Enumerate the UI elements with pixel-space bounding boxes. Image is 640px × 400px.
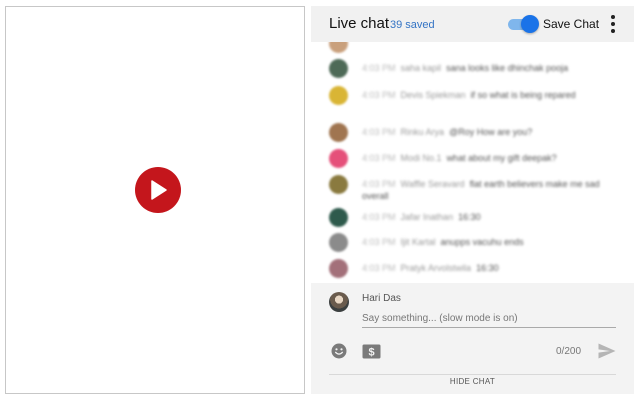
save-chat-label: Save Chat bbox=[543, 17, 600, 31]
avatar bbox=[329, 259, 348, 278]
message-author: Rinku Arya bbox=[400, 127, 445, 137]
chat-message: 4:03 PM Jafar Inathan 16:30 bbox=[329, 208, 619, 227]
play-button[interactable] bbox=[135, 167, 181, 213]
live-chat-panel: Live chat 39 saved Save Chat 4:03 PM saha… bbox=[311, 6, 634, 394]
video-player[interactable] bbox=[5, 6, 305, 394]
saved-count: 39 saved bbox=[390, 19, 435, 31]
chat-messages[interactable]: 4:03 PM saha kapil sana looks like dhincha… bbox=[311, 42, 634, 283]
message-author: Waffle Seravard bbox=[400, 179, 465, 189]
message-body: 4:03 PM Jafar Inathan 16:30 bbox=[362, 211, 602, 223]
super-chat-icon[interactable]: $ bbox=[362, 344, 381, 359]
chat-message: 4:03 PM Modi No.1 what about my gift deepa… bbox=[329, 149, 619, 168]
chat-message: 4:03 PM Devis Spiekman if so what is being… bbox=[329, 86, 619, 105]
message-text: if so what is being repared bbox=[470, 90, 576, 100]
avatar bbox=[329, 123, 348, 142]
message-author: Ijit Kartal bbox=[400, 237, 436, 247]
message-time: 4:03 PM bbox=[362, 179, 396, 189]
message-author: Modi No.1 bbox=[400, 153, 442, 163]
send-icon[interactable] bbox=[598, 343, 616, 359]
composer-user-name: Hari Das bbox=[362, 293, 401, 304]
message-body: 4:03 PM Modi No.1 what about my gift deepa… bbox=[362, 152, 602, 164]
hide-chat-button[interactable]: HIDE CHAT bbox=[329, 377, 616, 391]
avatar bbox=[329, 42, 348, 53]
chat-message: 4:03 PM saha kapil sana looks like dhincha… bbox=[329, 59, 619, 78]
message-text: anupps vacuhu ends bbox=[440, 237, 524, 247]
divider bbox=[329, 374, 616, 375]
message-time: 4:03 PM bbox=[362, 127, 396, 137]
message-body: 4:03 PM Ijit Kartal anupps vacuhu ends bbox=[362, 236, 602, 248]
emoji-icon[interactable] bbox=[331, 343, 347, 359]
more-vert-icon[interactable] bbox=[608, 14, 618, 34]
message-author: saha kapil bbox=[400, 63, 442, 73]
message-author: Jafar Inathan bbox=[400, 212, 454, 222]
chat-message bbox=[329, 42, 619, 53]
character-count: 0/200 bbox=[556, 346, 582, 357]
message-time: 4:03 PM bbox=[362, 90, 396, 100]
message-time: 4:03 PM bbox=[362, 212, 396, 222]
avatar bbox=[329, 175, 348, 194]
message-body: 4:03 PM Pratyk Arvolstwila 16:30 bbox=[362, 262, 602, 274]
chat-message: 4:03 PM Rinku Arya @Roy How are you? bbox=[329, 123, 619, 142]
message-time: 4:03 PM bbox=[362, 263, 396, 273]
avatar bbox=[329, 208, 348, 227]
message-text: 16:30 bbox=[458, 212, 481, 222]
save-chat-toggle[interactable] bbox=[508, 15, 539, 33]
message-author: Devis Spiekman bbox=[400, 90, 466, 100]
message-text: @Roy How are you? bbox=[449, 127, 533, 137]
avatar bbox=[329, 86, 348, 105]
chat-header: Live chat 39 saved Save Chat bbox=[311, 6, 634, 42]
message-text: flat earth believers make me sad overall bbox=[362, 179, 600, 201]
chat-title: Live chat bbox=[329, 15, 390, 32]
message-text: what about my gift deepak? bbox=[446, 153, 557, 163]
avatar bbox=[329, 233, 348, 252]
chat-composer: Hari Das $ 0/200 HIDE CHAT bbox=[311, 283, 634, 394]
avatar bbox=[329, 292, 349, 312]
avatar bbox=[329, 149, 348, 168]
chat-message: 4:03 PM Ijit Kartal anupps vacuhu ends bbox=[329, 233, 619, 252]
message-time: 4:03 PM bbox=[362, 237, 396, 247]
chat-message-input[interactable] bbox=[362, 310, 616, 328]
message-text: sana looks like dhinchak pooja bbox=[446, 63, 569, 73]
avatar bbox=[329, 59, 348, 78]
chat-message: 4:03 PM Waffle Seravard flat earth believe… bbox=[329, 175, 619, 202]
chat-message: 4:03 PM Pratyk Arvolstwila 16:30 bbox=[329, 259, 619, 278]
message-author: Pratyk Arvolstwila bbox=[400, 263, 472, 273]
message-text: 16:30 bbox=[476, 263, 499, 273]
message-body: 4:03 PM Devis Spiekman if so what is being… bbox=[362, 89, 602, 101]
message-time: 4:03 PM bbox=[362, 153, 396, 163]
message-body: 4:03 PM saha kapil sana looks like dhincha… bbox=[362, 62, 602, 74]
play-icon bbox=[151, 180, 167, 200]
message-time: 4:03 PM bbox=[362, 63, 396, 73]
svg-text:$: $ bbox=[368, 347, 374, 359]
message-body: 4:03 PM Rinku Arya @Roy How are you? bbox=[362, 126, 602, 138]
message-body: 4:03 PM Waffle Seravard flat earth believe… bbox=[362, 178, 602, 202]
toggle-knob bbox=[521, 15, 539, 33]
